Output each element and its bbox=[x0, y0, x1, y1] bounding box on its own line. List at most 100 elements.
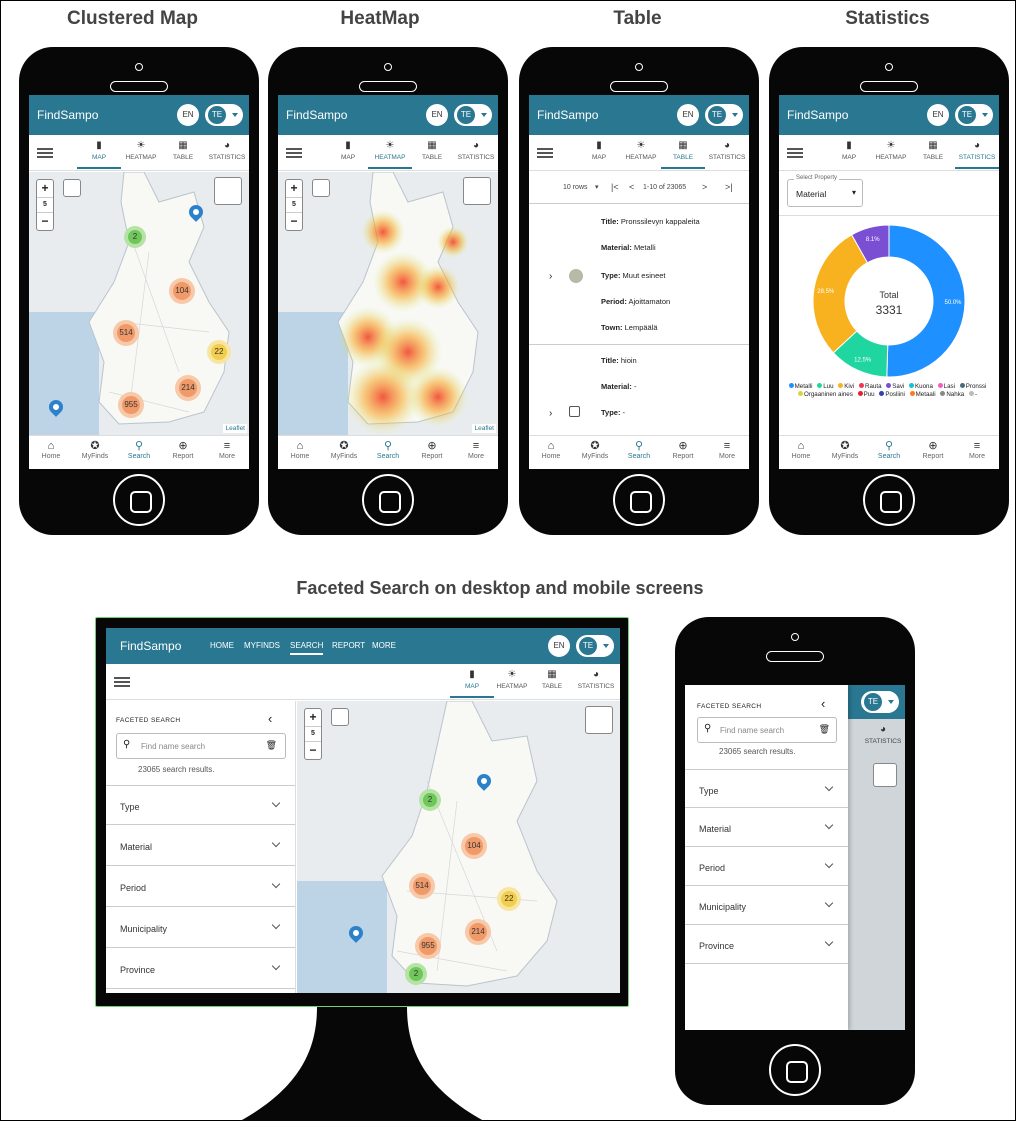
zoom-out-button[interactable]: − bbox=[37, 213, 53, 230]
zoom-out-button[interactable]: − bbox=[305, 742, 321, 759]
legend-item[interactable]: Kivi bbox=[838, 383, 854, 390]
tab-table[interactable]: ▦ TABLE bbox=[410, 139, 454, 161]
filter-icon[interactable] bbox=[37, 146, 53, 160]
expand-icon[interactable]: › bbox=[549, 271, 552, 282]
nav-myfinds[interactable]: ✪ MyFinds bbox=[823, 440, 867, 460]
language-button[interactable]: EN bbox=[548, 635, 570, 657]
legend-item[interactable]: Puu bbox=[857, 391, 875, 398]
home-button[interactable] bbox=[613, 474, 665, 526]
cluster-marker[interactable]: 104 bbox=[461, 833, 487, 859]
tab-map[interactable]: ▮ MAP bbox=[326, 139, 370, 161]
expand-icon[interactable]: › bbox=[549, 408, 552, 419]
nav-home[interactable]: ⌂ Home bbox=[779, 440, 823, 460]
tab-heatmap[interactable]: ☀ HEATMAP bbox=[490, 668, 534, 690]
tab-statistics[interactable]: ◕ STATISTICS bbox=[574, 668, 618, 690]
cluster-marker[interactable]: 514 bbox=[113, 320, 139, 346]
trash-icon[interactable]: 🗑 bbox=[819, 724, 830, 735]
fullscreen-button[interactable] bbox=[331, 708, 349, 726]
tab-statistics[interactable]: ◕ STATISTICS bbox=[705, 139, 749, 161]
nav-report[interactable]: ⊕ Report bbox=[161, 440, 205, 460]
cluster-marker[interactable]: 2 bbox=[419, 789, 441, 811]
property-select[interactable]: Select Property Material ▾ bbox=[787, 175, 863, 207]
legend-item[interactable]: Rauta bbox=[859, 383, 882, 390]
language-button[interactable]: EN bbox=[177, 104, 199, 126]
facet-material[interactable]: Material bbox=[685, 808, 848, 847]
home-button[interactable] bbox=[362, 474, 414, 526]
legend-item[interactable]: Lasi bbox=[937, 383, 955, 390]
last-page-icon[interactable]: >| bbox=[725, 182, 733, 192]
trash-icon[interactable]: 🗑 bbox=[266, 740, 277, 751]
legend-item[interactable]: Metaali bbox=[909, 391, 936, 398]
tab-table[interactable]: ▦ TABLE bbox=[911, 139, 955, 161]
user-menu-button[interactable]: TE bbox=[576, 635, 614, 657]
home-button[interactable] bbox=[769, 1044, 821, 1096]
nav-report[interactable]: REPORT bbox=[332, 641, 365, 650]
next-page-icon[interactable]: > bbox=[702, 182, 707, 192]
tab-table[interactable]: ▦ TABLE bbox=[161, 139, 205, 161]
tab-table[interactable]: ▦ TABLE bbox=[661, 139, 705, 169]
nav-more[interactable]: ≡ More bbox=[205, 440, 249, 460]
tab-map[interactable]: ▮ MAP bbox=[827, 139, 871, 161]
legend-item[interactable]: Orgaaninen aines bbox=[797, 391, 853, 398]
cluster-marker[interactable]: 104 bbox=[169, 278, 195, 304]
tab-heatmap[interactable]: ☀ HEATMAP bbox=[368, 139, 412, 169]
leaflet-attribution[interactable]: Leaflet bbox=[472, 424, 496, 433]
zoom-in-button[interactable]: + bbox=[305, 709, 321, 726]
filter-icon[interactable] bbox=[787, 146, 803, 160]
user-menu-button[interactable]: TE bbox=[861, 691, 899, 713]
app-brand[interactable]: FindSampo bbox=[286, 108, 347, 122]
facet-type[interactable]: Type bbox=[685, 769, 848, 808]
nav-myfinds[interactable]: ✪ MyFinds bbox=[73, 440, 117, 460]
filter-icon[interactable] bbox=[286, 146, 302, 160]
user-menu-button[interactable]: TE bbox=[454, 104, 492, 126]
legend-item[interactable]: Savi bbox=[886, 383, 904, 390]
layers-button[interactable] bbox=[463, 177, 491, 205]
nav-search[interactable]: ⚲ Search bbox=[366, 440, 410, 460]
collapse-icon[interactable]: ‹ bbox=[268, 711, 272, 726]
filter-icon[interactable] bbox=[537, 146, 553, 160]
nav-myfinds[interactable]: MYFINDS bbox=[244, 641, 280, 650]
facet-period[interactable]: Period bbox=[685, 847, 848, 886]
facet-type[interactable]: Type bbox=[106, 785, 295, 825]
nav-search[interactable]: ⚲ Search bbox=[867, 440, 911, 460]
user-menu-button[interactable]: TE bbox=[705, 104, 743, 126]
nav-search[interactable]: ⚲ Search bbox=[617, 440, 661, 460]
cluster-marker[interactable]: 2 bbox=[124, 226, 146, 248]
nav-home[interactable]: ⌂ Home bbox=[529, 440, 573, 460]
zoom-in-button[interactable]: + bbox=[286, 180, 302, 197]
nav-more[interactable]: ≡ More bbox=[955, 440, 999, 460]
cluster-marker[interactable]: 22 bbox=[497, 887, 521, 911]
cluster-marker[interactable]: 2 bbox=[405, 963, 427, 985]
language-button[interactable]: EN bbox=[927, 104, 949, 126]
nav-report[interactable]: ⊕ Report bbox=[661, 440, 705, 460]
first-page-icon[interactable]: |< bbox=[611, 182, 619, 192]
collapse-icon[interactable]: ‹ bbox=[821, 696, 825, 711]
app-brand[interactable]: FindSampo bbox=[537, 108, 598, 122]
map-canvas[interactable]: +5− 2 104 514 22 214 955 Leaflet bbox=[29, 172, 249, 435]
nav-myfinds[interactable]: ✪ MyFinds bbox=[322, 440, 366, 460]
legend-item[interactable]: Pronssi bbox=[959, 383, 986, 390]
tab-map[interactable]: ▮ MAP bbox=[577, 139, 621, 161]
layers-button[interactable] bbox=[214, 177, 242, 205]
user-menu-button[interactable]: TE bbox=[205, 104, 243, 126]
home-button[interactable] bbox=[113, 474, 165, 526]
nav-home[interactable]: ⌂ Home bbox=[29, 440, 73, 460]
facet-material[interactable]: Material bbox=[106, 826, 295, 866]
cluster-marker[interactable]: 955 bbox=[415, 933, 441, 959]
tab-map[interactable]: ▮ MAP bbox=[450, 668, 494, 698]
nav-search[interactable]: SEARCH bbox=[290, 641, 324, 655]
cluster-marker[interactable]: 214 bbox=[175, 375, 201, 401]
legend-item[interactable]: Kuona bbox=[909, 383, 933, 390]
facet-province[interactable]: Province bbox=[685, 925, 848, 964]
nav-report[interactable]: ⊕ Report bbox=[911, 440, 955, 460]
nav-home[interactable]: ⌂ Home bbox=[278, 440, 322, 460]
tab-map[interactable]: ▮ MAP bbox=[77, 139, 121, 169]
layers-button[interactable] bbox=[873, 763, 897, 787]
user-menu-button[interactable]: TE bbox=[955, 104, 993, 126]
tab-statistics[interactable]: ◕ STATISTICS bbox=[205, 139, 249, 161]
language-button[interactable]: EN bbox=[426, 104, 448, 126]
leaflet-attribution[interactable]: Leaflet bbox=[223, 424, 247, 433]
app-brand[interactable]: FindSampo bbox=[787, 108, 848, 122]
nav-report[interactable]: ⊕ Report bbox=[410, 440, 454, 460]
facet-province[interactable]: Province bbox=[106, 949, 295, 989]
